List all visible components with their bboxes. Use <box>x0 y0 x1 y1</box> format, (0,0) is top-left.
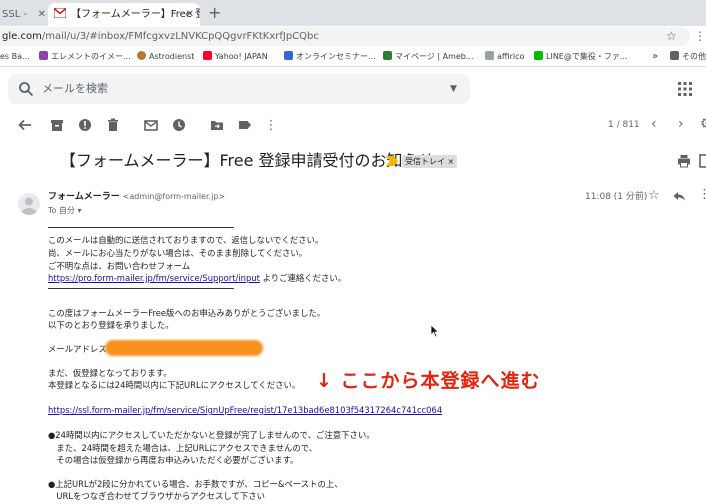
bookmark-folder-other[interactable]: その他 <box>670 48 706 66</box>
sender-line: フォームメーラー <admin@form-mailer.jp> <box>48 191 225 203</box>
avatar <box>18 193 40 215</box>
body-line: https://pro.form-mailer.jp/fm/service/Su… <box>48 273 347 283</box>
bookmark-item[interactable]: オンラインセミナー... <box>284 48 376 66</box>
more-actions-icon[interactable]: ⋮ <box>262 116 280 134</box>
tab-label: SSL - <box>2 9 28 20</box>
tab-gmail[interactable]: 【フォームメーラー】Free 登録申✕ <box>48 3 200 26</box>
apps-grid-icon[interactable] <box>678 82 692 96</box>
body-line: https://ssl.form-mailer.jp/fm/service/Si… <box>48 404 442 417</box>
bookmark-item[interactable]: LINE@で集役・ファ... <box>534 48 627 66</box>
message-more-icon[interactable]: ⋮ <box>698 187 706 202</box>
move-to-icon[interactable] <box>208 116 226 134</box>
support-link[interactable]: https://pro.form-mailer.jp/fm/service/Su… <box>48 273 260 283</box>
mouse-cursor-icon <box>430 324 440 338</box>
bookmark-item[interactable]: es Ba... <box>0 48 30 66</box>
divider <box>48 288 234 289</box>
gmail-icon <box>54 8 66 18</box>
bookmark-item[interactable]: affirico <box>485 48 524 66</box>
body-line: その場合は仮登録から再度お申込みいただく必要がございます。 <box>48 455 299 465</box>
mark-unread-icon[interactable] <box>142 116 160 134</box>
close-icon[interactable]: ✕ <box>38 3 46 26</box>
print-icon[interactable] <box>677 154 691 168</box>
body-line: 以下のとおり登録を承りました。 <box>48 320 174 330</box>
divider <box>48 227 234 228</box>
settings-gear-icon[interactable]: ⚙ <box>700 116 706 132</box>
open-new-window-icon[interactable] <box>699 154 706 168</box>
tab-label: 【フォームメーラー】Free 登録申 <box>71 9 200 20</box>
tab-ssl[interactable]: SSL - ✕ <box>0 3 48 26</box>
reply-icon[interactable] <box>672 189 686 203</box>
bookmark-item[interactable]: Astrodienst <box>137 48 194 66</box>
redaction-mark <box>105 340 263 356</box>
sender-email: <admin@form-mailer.jp> <box>122 192 226 201</box>
bookmark-icon <box>284 51 293 60</box>
archive-icon[interactable] <box>48 116 66 134</box>
report-spam-icon[interactable] <box>76 116 94 134</box>
pagination-count: 1 / 811 <box>608 120 640 130</box>
older-chevron-icon[interactable]: › <box>678 116 684 132</box>
bookmark-icon <box>137 51 146 60</box>
recipients-toggle[interactable]: To 自分 ▾ <box>48 205 82 216</box>
snooze-icon[interactable] <box>170 116 188 134</box>
bookmark-icon <box>383 51 392 60</box>
star-icon[interactable]: ☆ <box>648 188 660 203</box>
label-icon[interactable] <box>236 116 254 134</box>
back-icon[interactable] <box>16 116 34 134</box>
email-timestamp: 11:08 (1 分前) <box>585 192 648 202</box>
delete-icon[interactable] <box>104 116 122 134</box>
url-path: /mail/u/3/#inbox/FMfcgxvzLNVKCpQQgvrFKtK… <box>41 31 319 42</box>
annotation-text: ↓ ここから本登録へ進む <box>316 370 541 392</box>
folder-icon <box>670 51 679 60</box>
search-input[interactable]: メールを検索 <box>42 82 108 96</box>
address-bar[interactable]: gle.com/mail/u/3/#inbox/FMfcgxvzLNVKCpQQ… <box>0 27 690 46</box>
close-icon[interactable]: ✕ <box>186 3 194 26</box>
bookmark-icon <box>534 51 543 60</box>
search-options-icon[interactable]: ▼ <box>450 84 457 94</box>
body-line: このメールは自動的に送信されておりますので、返信しないでください。 <box>48 235 324 245</box>
bookmark-icon <box>485 51 494 60</box>
url-host: gle.com <box>2 31 42 42</box>
bookmark-icon <box>203 51 212 60</box>
newer-chevron-icon[interactable]: ‹ <box>651 116 657 132</box>
browser-menu-icon[interactable]: ⋮ <box>694 27 706 46</box>
bookmark-star-icon[interactable]: ☆ <box>666 27 677 46</box>
bookmarks-bar: es Ba... エレメントのイメー... Astrodienst Yahoo!… <box>0 48 706 67</box>
body-line: URLをつなぎ合わせてブラウザからアクセスして下さい <box>48 491 265 501</box>
important-marker-icon[interactable] <box>385 155 399 167</box>
sender-name: フォームメーラー <box>48 192 120 202</box>
bookmarks-overflow-icon[interactable]: » <box>652 48 658 66</box>
bookmark-item[interactable]: マイページ | Ameb... <box>383 48 474 66</box>
bookmark-icon <box>39 51 48 60</box>
bookmark-item[interactable]: エレメントのイメー... <box>39 48 131 66</box>
bookmark-item[interactable]: Yahoo! JAPAN <box>203 48 268 66</box>
new-tab-button[interactable]: + <box>208 2 221 24</box>
body-line: 本登録となるには24時間以内に下記URLにアクセスしてください。 <box>48 380 301 390</box>
email-subject: 【フォームメーラー】Free 登録申請受付のお知らせ <box>60 151 435 170</box>
body-line: ●24時間以内にアクセスしていただかないと登録が完了しませんので、ご注意下さい。 <box>48 430 375 440</box>
registration-link[interactable]: https://ssl.form-mailer.jp/fm/service/Si… <box>48 405 442 415</box>
search-icon[interactable] <box>18 81 34 97</box>
inbox-label-chip[interactable]: 受信トレイ × <box>402 155 458 168</box>
body-line: 尚、メールにお心当たりがない場合は、そのまま削除してください。 <box>48 248 308 258</box>
